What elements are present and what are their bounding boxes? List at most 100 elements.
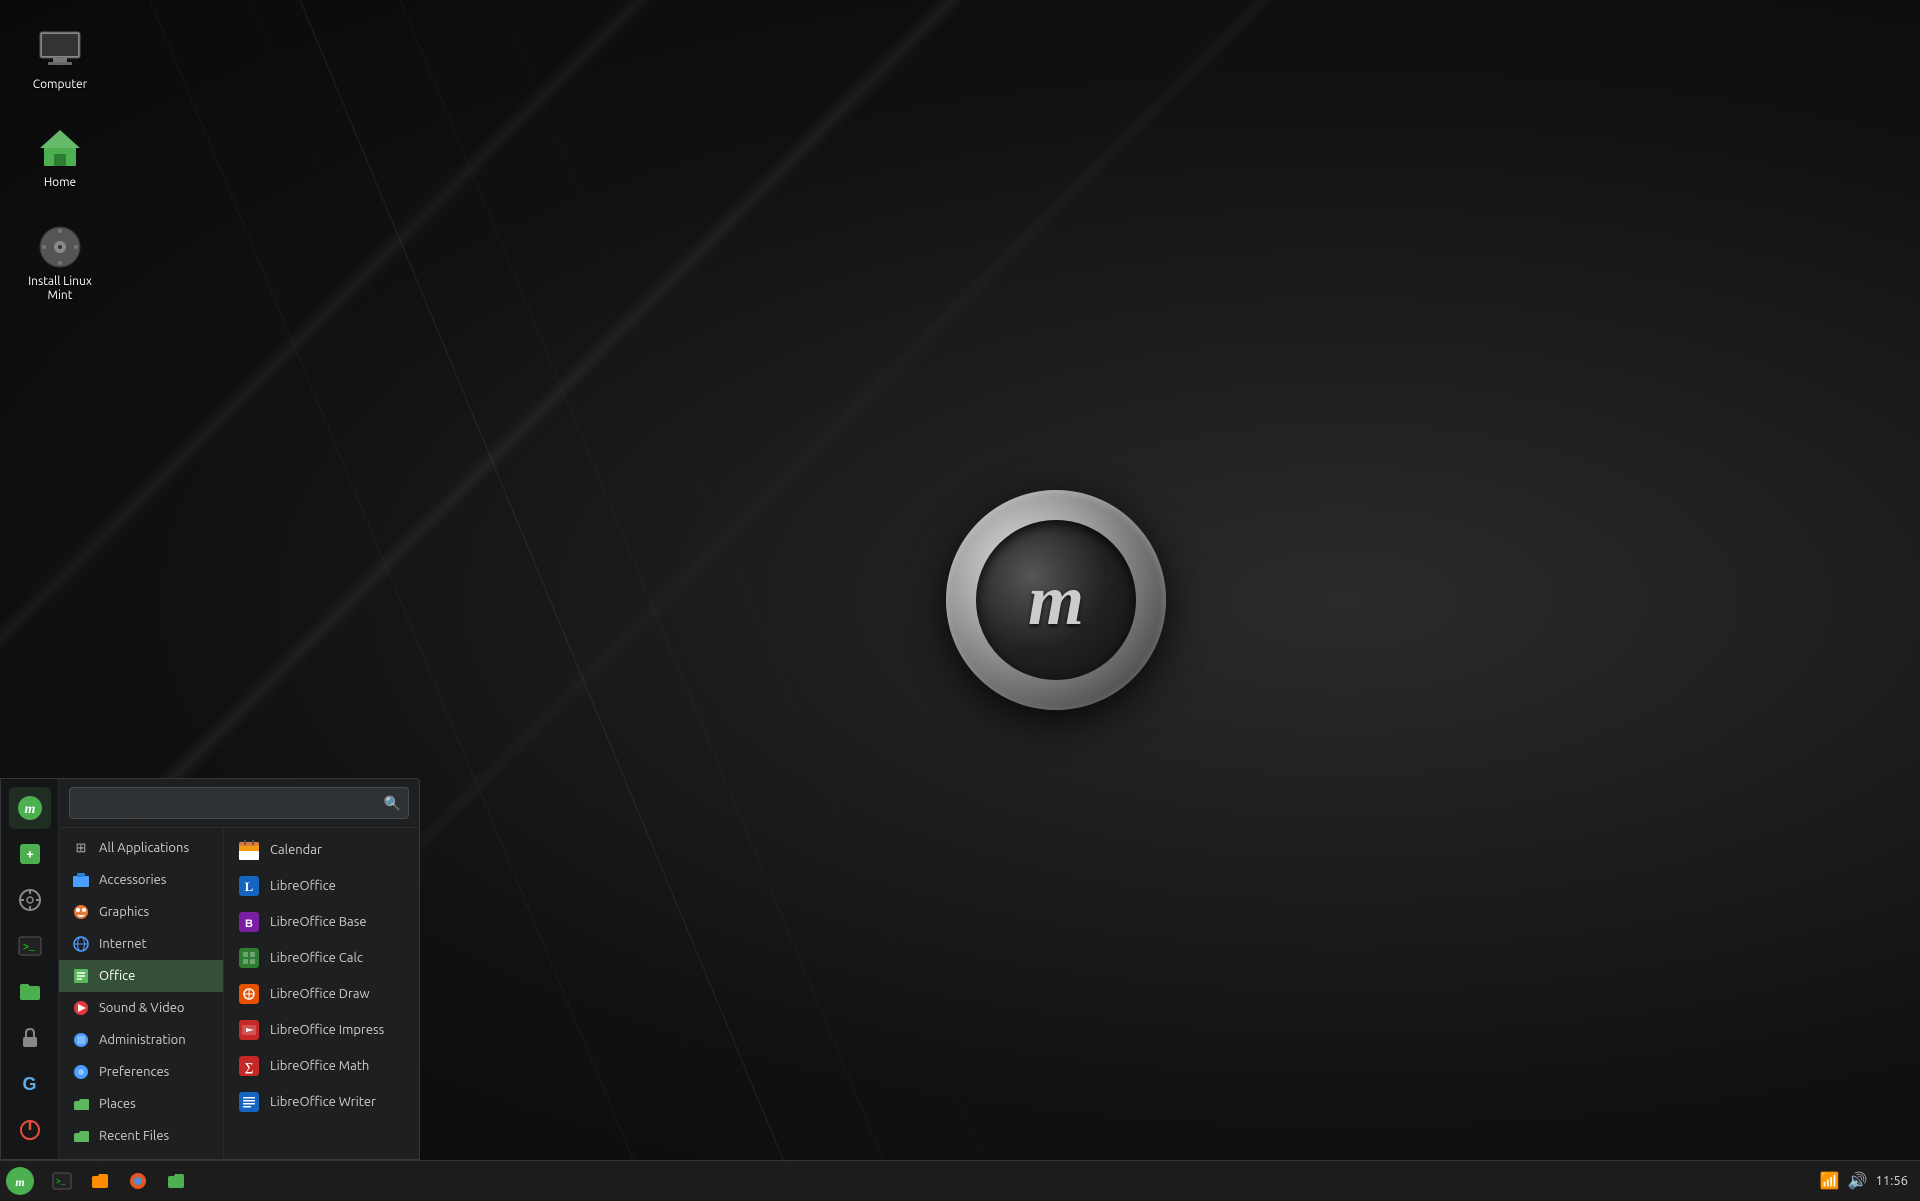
category-preferences-label: Preferences bbox=[99, 1065, 169, 1079]
taskbar-terminal[interactable]: >_ bbox=[44, 1164, 80, 1198]
app-libreoffice-writer-label: LibreOffice Writer bbox=[270, 1095, 376, 1109]
sidebar-settings-icon[interactable] bbox=[9, 879, 51, 921]
menu-sidebar: m + bbox=[1, 779, 59, 1159]
places-icon bbox=[71, 1094, 91, 1114]
volume-icon[interactable]: 🔊 bbox=[1848, 1171, 1868, 1190]
app-calendar[interactable]: Calendar bbox=[224, 832, 419, 868]
category-recent-files[interactable]: Recent Files bbox=[59, 1120, 223, 1152]
libreoffice-icon: L bbox=[238, 875, 260, 897]
svg-text:>_: >_ bbox=[23, 943, 36, 954]
taskbar-files[interactable] bbox=[82, 1164, 118, 1198]
menu-apps-panel: Calendar L LibreOffice bbox=[224, 828, 419, 1159]
category-graphics-label: Graphics bbox=[99, 905, 149, 919]
taskbar-start-button[interactable]: m bbox=[0, 1161, 40, 1201]
svg-text:>_: >_ bbox=[56, 1178, 66, 1187]
svg-text:m: m bbox=[24, 802, 35, 817]
app-libreoffice-base[interactable]: B LibreOffice Base bbox=[224, 904, 419, 940]
install-mint-icon bbox=[36, 223, 84, 271]
category-all-label: All Applications bbox=[99, 841, 189, 855]
preferences-icon bbox=[71, 1062, 91, 1082]
sidebar-update-icon[interactable]: G bbox=[9, 1063, 51, 1105]
category-places-label: Places bbox=[99, 1097, 136, 1111]
search-icon: 🔍 bbox=[384, 795, 401, 812]
home-icon bbox=[36, 124, 84, 172]
app-libreoffice-math-label: LibreOffice Math bbox=[270, 1059, 369, 1073]
category-all[interactable]: ⊞ All Applications bbox=[59, 832, 223, 864]
desktop-icon-computer[interactable]: Computer bbox=[20, 20, 100, 98]
app-libreoffice-base-label: LibreOffice Base bbox=[270, 915, 367, 929]
category-office-label: Office bbox=[99, 969, 135, 983]
sidebar-power-icon[interactable] bbox=[9, 1109, 51, 1151]
libreoffice-base-icon: B bbox=[238, 911, 260, 933]
menu-categories-panel: ⊞ All Applications Accessories bbox=[59, 828, 224, 1159]
computer-label: Computer bbox=[33, 78, 87, 92]
app-libreoffice-impress-label: LibreOffice Impress bbox=[270, 1023, 384, 1037]
taskbar-firefox[interactable] bbox=[120, 1164, 156, 1198]
category-recent-files-label: Recent Files bbox=[99, 1129, 169, 1143]
libreoffice-draw-icon bbox=[238, 983, 260, 1005]
libreoffice-math-icon: ∑ bbox=[238, 1055, 260, 1077]
sidebar-lock-icon[interactable] bbox=[9, 1017, 51, 1059]
menu-body: ⊞ All Applications Accessories bbox=[59, 828, 419, 1159]
home-label: Home bbox=[44, 176, 76, 190]
sidebar-terminal-icon[interactable]: >_ bbox=[9, 925, 51, 967]
category-internet[interactable]: Internet bbox=[59, 928, 223, 960]
menu-search-bar: 🔍 bbox=[59, 779, 419, 828]
logo-outer-ring: m bbox=[946, 490, 1166, 710]
app-libreoffice-draw[interactable]: LibreOffice Draw bbox=[224, 976, 419, 1012]
accessories-icon bbox=[71, 870, 91, 890]
office-icon bbox=[71, 966, 91, 986]
svg-text:L: L bbox=[245, 879, 254, 894]
app-libreoffice-writer[interactable]: LibreOffice Writer bbox=[224, 1084, 419, 1120]
app-menu: m + bbox=[0, 778, 420, 1160]
app-libreoffice-math[interactable]: ∑ LibreOffice Math bbox=[224, 1048, 419, 1084]
svg-text:m: m bbox=[15, 1175, 24, 1189]
desktop-icon-install-mint[interactable]: Install Linux Mint bbox=[20, 217, 100, 310]
computer-icon bbox=[36, 26, 84, 74]
administration-icon bbox=[71, 1030, 91, 1050]
internet-icon bbox=[71, 934, 91, 954]
app-libreoffice-impress[interactable]: LibreOffice Impress bbox=[224, 1012, 419, 1048]
category-places[interactable]: Places bbox=[59, 1088, 223, 1120]
all-apps-icon: ⊞ bbox=[71, 838, 91, 858]
category-sound-video-label: Sound & Video bbox=[99, 1001, 185, 1015]
taskbar: m >_ bbox=[0, 1160, 1920, 1200]
app-libreoffice-calc[interactable]: LibreOffice Calc bbox=[224, 940, 419, 976]
category-sound-video[interactable]: Sound & Video bbox=[59, 992, 223, 1024]
desktop-icon-home[interactable]: Home bbox=[20, 118, 100, 196]
sidebar-mint-icon[interactable]: m bbox=[9, 787, 51, 829]
category-administration[interactable]: Administration bbox=[59, 1024, 223, 1056]
libreoffice-impress-icon bbox=[238, 1019, 260, 1041]
search-input[interactable] bbox=[69, 787, 409, 819]
svg-text:∑: ∑ bbox=[245, 1060, 254, 1074]
sidebar-files-icon[interactable] bbox=[9, 971, 51, 1013]
category-administration-label: Administration bbox=[99, 1033, 186, 1047]
sidebar-software-icon[interactable]: + bbox=[9, 833, 51, 875]
app-libreoffice[interactable]: L LibreOffice bbox=[224, 868, 419, 904]
category-office[interactable]: Office bbox=[59, 960, 223, 992]
app-libreoffice-calc-label: LibreOffice Calc bbox=[270, 951, 363, 965]
taskbar-tray: 📶 🔊 11:56 bbox=[1808, 1171, 1920, 1190]
category-preferences[interactable]: Preferences bbox=[59, 1056, 223, 1088]
install-mint-label: Install Linux Mint bbox=[26, 275, 94, 304]
calendar-icon bbox=[238, 839, 260, 861]
app-libreoffice-draw-label: LibreOffice Draw bbox=[270, 987, 370, 1001]
category-graphics[interactable]: Graphics bbox=[59, 896, 223, 928]
recent-files-icon bbox=[71, 1126, 91, 1146]
graphics-icon bbox=[71, 902, 91, 922]
taskbar-folder[interactable] bbox=[158, 1164, 194, 1198]
app-calendar-label: Calendar bbox=[270, 843, 322, 857]
category-accessories-label: Accessories bbox=[99, 873, 166, 887]
desktop: m Computer bbox=[0, 0, 1920, 1200]
libreoffice-writer-icon bbox=[238, 1091, 260, 1113]
logo-letter: m bbox=[1028, 559, 1084, 642]
start-mint-logo: m bbox=[6, 1167, 34, 1195]
svg-text:+: + bbox=[26, 847, 33, 861]
search-input-wrapper: 🔍 bbox=[69, 787, 409, 819]
menu-content: 🔍 ⊞ All Applications bbox=[59, 779, 419, 1159]
network-icon[interactable]: 📶 bbox=[1820, 1171, 1840, 1190]
category-accessories[interactable]: Accessories bbox=[59, 864, 223, 896]
sound-video-icon bbox=[71, 998, 91, 1018]
libreoffice-calc-icon bbox=[238, 947, 260, 969]
app-libreoffice-label: LibreOffice bbox=[270, 879, 336, 893]
